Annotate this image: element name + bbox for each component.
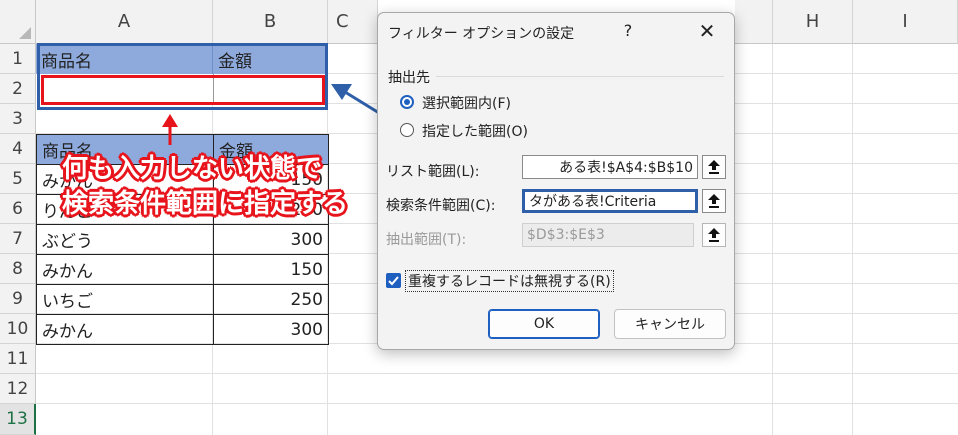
collapse-arrow-icon — [708, 194, 720, 208]
radio-copy-to-label[interactable]: 指定した範囲(O) — [422, 121, 528, 141]
unique-records-label[interactable]: 重複するレコードは無視する(R) — [405, 270, 614, 292]
dialog-title: フィルター オプションの設定 — [388, 26, 575, 42]
close-icon[interactable]: ✕ — [696, 19, 718, 43]
red-arrow-head — [162, 114, 178, 127]
list-range-label: リスト範囲(L): — [386, 164, 480, 180]
unique-records-checkbox[interactable] — [386, 273, 401, 288]
annotation-text-line1: 何も入力しない状態で — [62, 154, 323, 184]
destination-section-label: 抽出先 — [388, 70, 430, 86]
copy-to-label: 抽出範囲(T): — [386, 232, 467, 248]
criteria-range-label: 検索条件範囲(C): — [386, 198, 496, 214]
radio-in-place-label[interactable]: 選択範囲内(F) — [422, 93, 511, 113]
radio-in-place[interactable] — [400, 95, 414, 109]
checkmark-icon — [388, 276, 399, 286]
radio-copy-to[interactable] — [400, 123, 414, 137]
collapse-arrow-icon — [708, 228, 720, 242]
collapse-arrow-icon — [708, 160, 720, 174]
copy-to-input[interactable]: $D$3:$E$3 — [522, 223, 694, 247]
list-range-collapse-button[interactable] — [702, 155, 726, 179]
criteria-range-collapse-button[interactable] — [702, 189, 726, 213]
copy-to-collapse-button[interactable] — [702, 223, 726, 247]
annotation-text-line2: 検索条件範囲に指定する — [62, 189, 349, 219]
list-range-input[interactable]: ある表!$A$4:$B$10 — [522, 155, 698, 179]
ok-button[interactable]: OK — [488, 309, 600, 339]
criteria-range-input[interactable]: タがある表!Criteria — [522, 189, 698, 213]
help-button[interactable]: ? — [618, 21, 638, 40]
section-divider — [436, 76, 724, 77]
cancel-button[interactable]: キャンセル — [614, 309, 726, 339]
blue-arrow-head — [331, 84, 352, 100]
filter-options-dialog: フィルター オプションの設定 ? ✕ 抽出先 選択範囲内(F) 指定した範囲(O… — [377, 12, 735, 350]
